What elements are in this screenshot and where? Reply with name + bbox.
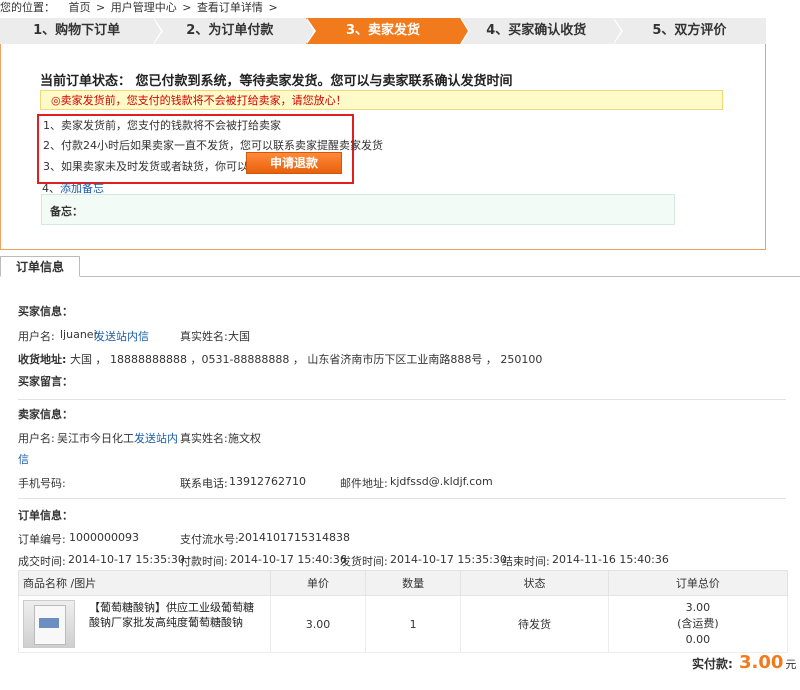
order-status-panel: 当前订单状态： 您已付款到系统，等待卖家发货。您可以与卖家联系确认发货时间 ◎卖… xyxy=(0,44,766,250)
seller-phone: 13912762710 xyxy=(229,475,306,488)
seller-send-message-link-wrap[interactable]: 信 xyxy=(18,451,29,467)
breadcrumb: 您的位置： 首页 > 用户管理中心 > 查看订单详情 > xyxy=(0,0,280,16)
unit-price: 3.00 xyxy=(269,595,367,653)
total-cell: 3.00 (含运费) 0.00 xyxy=(607,595,789,653)
seller-section-title: 卖家信息： xyxy=(18,408,73,421)
currency-unit: 元 xyxy=(785,658,797,671)
actual-payment-label: 实付款: xyxy=(692,657,733,671)
paid-time: 2014-10-17 15:40:36 xyxy=(230,553,347,566)
tab-divider xyxy=(0,276,800,277)
buyer-send-message-link[interactable]: 发送站内信 xyxy=(94,328,149,344)
shipping-fee: 0.00 xyxy=(685,633,711,646)
seller-send-message-link[interactable]: 发送站内 xyxy=(134,430,178,446)
col-goods: 商品名称 /图片 xyxy=(18,570,271,596)
seller-email: kjdfssd@.kldjf.com xyxy=(390,475,493,488)
tip-1: 1、卖家发货前，您支付的钱款将不会被打给卖家 xyxy=(43,119,281,132)
table-row: 【葡萄糖酸钠】供应工业级葡萄糖酸钠厂家批发高纯度葡萄糖酸钠 3.00 1 待发货… xyxy=(18,595,789,653)
col-price: 单价 xyxy=(269,570,367,596)
seller-email-label: 邮件地址: xyxy=(340,477,388,490)
tab-order-info[interactable]: 订单信息 xyxy=(0,256,80,277)
paid-time-label: 付款时间: xyxy=(180,555,228,568)
memo-label: 备忘： xyxy=(50,205,83,218)
order-section-title: 订单信息： xyxy=(18,509,73,522)
breadcrumb-order-detail: 查看订单详情 xyxy=(196,1,263,14)
seller-realname-label: 真实姓名: xyxy=(180,432,228,445)
col-status: 状态 xyxy=(460,570,609,596)
step-place-order: 1、购物下订单 xyxy=(0,18,164,44)
step-confirm-receipt: 4、买家确认收货 xyxy=(459,18,624,44)
buyer-realname-label: 真实姓名: xyxy=(180,330,228,343)
buyer-section-title: 买家信息： xyxy=(18,305,73,318)
breadcrumb-sep: > xyxy=(268,1,278,14)
seller-username-label: 用户名: xyxy=(18,432,55,445)
quantity: 1 xyxy=(365,595,462,653)
goods-table: 商品名称 /图片 单价 数量 状态 订单总价 【葡萄糖酸钠】供应工业级葡萄糖酸钠… xyxy=(18,570,789,653)
item-status: 待发货 xyxy=(460,595,609,653)
created-time-label: 成交时间: xyxy=(18,555,66,568)
order-number: 1000000093 xyxy=(69,531,139,544)
payment-serial: 2014101715314838 xyxy=(238,531,350,544)
buyer-username: ljuanei xyxy=(60,328,97,341)
created-time: 2014-10-17 15:35:30 xyxy=(68,553,185,566)
closed-time-label: 结束时间: xyxy=(502,555,550,568)
divider xyxy=(18,399,786,400)
buyer-address-label: 收货地址: xyxy=(18,353,67,366)
breadcrumb-user-center[interactable]: 用户管理中心 xyxy=(111,1,177,14)
step-pay: 2、为订单付款 xyxy=(153,18,317,44)
apply-refund-button[interactable]: 申请退款 xyxy=(246,152,342,174)
order-status-title: 当前订单状态： 您已付款到系统，等待卖家发货。您可以与卖家联系确认发货时间 xyxy=(40,74,513,89)
shipping-note: (含运费) xyxy=(677,617,719,630)
shipped-time: 2014-10-17 15:35:30 xyxy=(390,553,507,566)
goods-table-header: 商品名称 /图片 单价 数量 状态 订单总价 xyxy=(18,570,789,596)
step-seller-ship: 3、卖家发货 xyxy=(306,18,470,44)
item-total: 3.00 xyxy=(685,601,711,614)
col-total: 订单总价 xyxy=(607,570,789,596)
order-progress-steps: 1、购物下订单 2、为订单付款 3、卖家发货 4、买家确认收货 5、双方评价 xyxy=(0,18,767,44)
product-name-link[interactable]: 【葡萄糖酸钠】供应工业级葡萄糖酸钠厂家批发高纯度葡萄糖酸钠 xyxy=(89,600,261,630)
step-review: 5、双方评价 xyxy=(612,18,767,44)
actual-payment-amount: 3.00 xyxy=(739,652,784,673)
divider xyxy=(18,498,786,499)
buyer-username-label: 用户名: xyxy=(18,330,55,343)
seller-phone-label: 联系电话: xyxy=(180,477,228,490)
buyer-message-label: 买家留言： xyxy=(18,375,73,388)
order-number-label: 订单编号: xyxy=(18,533,66,546)
breadcrumb-sep: > xyxy=(96,1,106,14)
tip-2: 2、付款24小时后如果卖家一直不发货，您可以联系卖家提醒卖家发货 xyxy=(43,139,383,152)
breadcrumb-prefix: 您的位置： xyxy=(0,1,55,14)
goods-cell: 【葡萄糖酸钠】供应工业级葡萄糖酸钠厂家批发高纯度葡萄糖酸钠 xyxy=(18,595,271,653)
tips-box: 1、卖家发货前，您支付的钱款将不会被打给卖家 2、付款24小时后如果卖家一直不发… xyxy=(37,114,383,184)
seller-username: 吴江市今日化工 xyxy=(57,432,134,445)
seller-mobile-label: 手机号码: xyxy=(18,477,66,490)
shipped-time-label: 发货时间: xyxy=(340,555,388,568)
breadcrumb-sep: > xyxy=(182,1,192,14)
buyer-realname: 大国 xyxy=(228,330,250,343)
payment-notice: ◎卖家发货前，您支付的钱款将不会被打给卖家，请您放心！ xyxy=(40,90,723,110)
memo-box: 备忘： xyxy=(41,194,675,225)
actual-payment: 实付款: 3.00 元 xyxy=(692,652,796,673)
closed-time: 2014-11-16 15:40:36 xyxy=(552,553,669,566)
buyer-address: 大国 ， 18888888888 ，0531-88888888 ， 山东省济南市… xyxy=(70,353,543,366)
seller-realname: 施文权 xyxy=(228,432,261,445)
tip-3: 3、如果卖家未及时发货或者缺货，你可以点此 xyxy=(43,160,270,173)
product-image[interactable] xyxy=(23,600,75,648)
col-qty: 数量 xyxy=(365,570,462,596)
payment-serial-label: 支付流水号: xyxy=(180,533,239,546)
breadcrumb-home[interactable]: 首页 xyxy=(69,1,91,14)
